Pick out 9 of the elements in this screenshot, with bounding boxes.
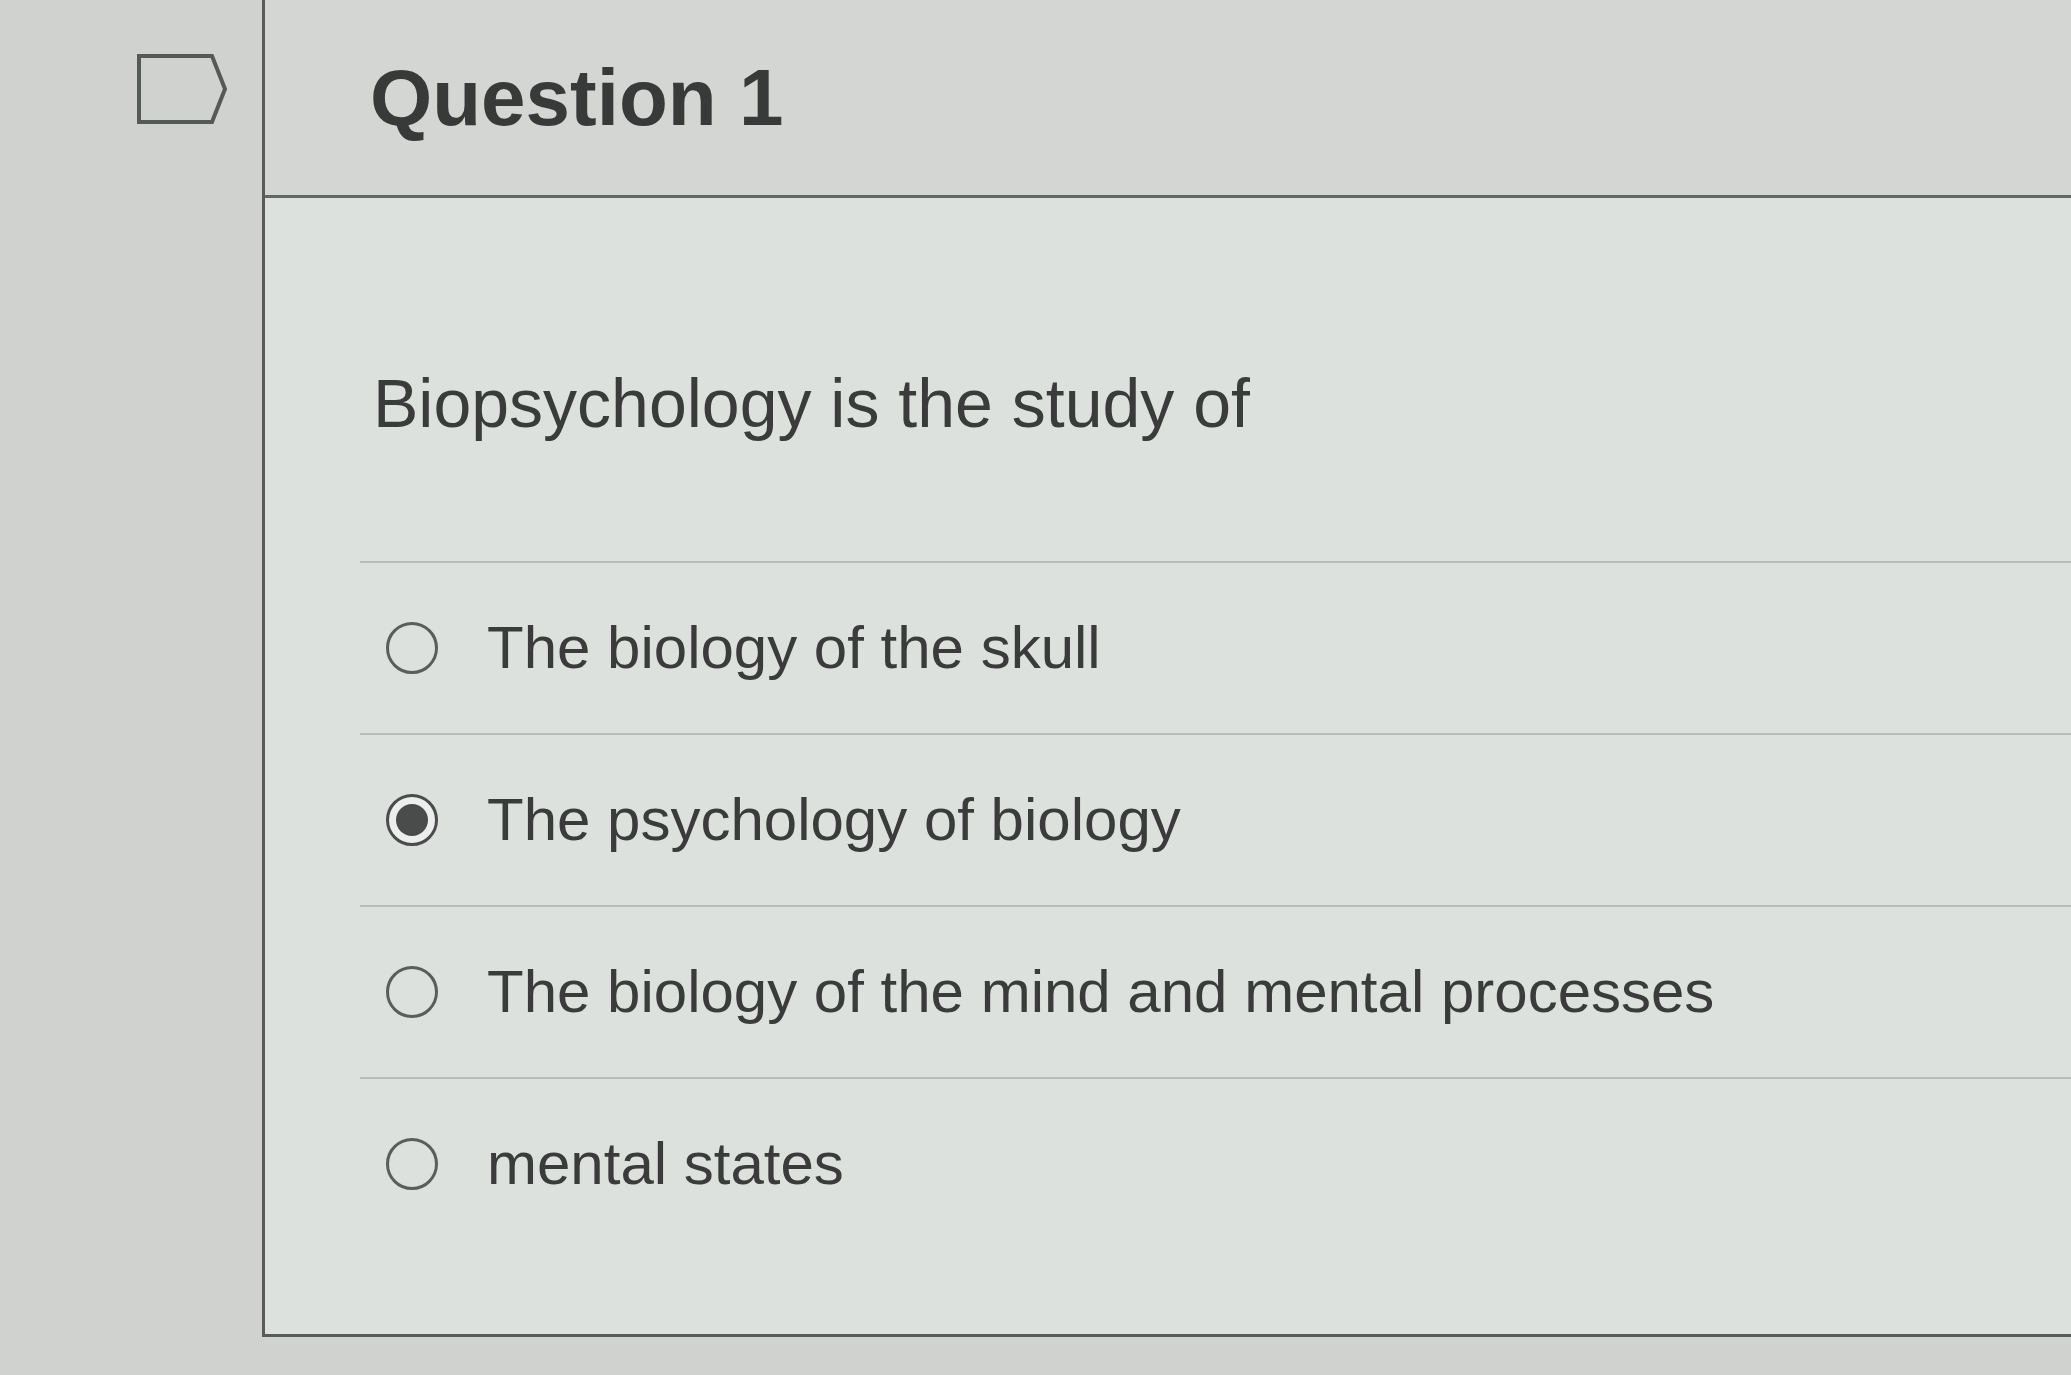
radio-button[interactable]	[386, 966, 438, 1018]
option-label: mental states	[487, 1130, 844, 1198]
option-label: The biology of the mind and mental processes	[487, 958, 1715, 1026]
radio-button[interactable]	[386, 622, 438, 674]
flag-icon[interactable]	[136, 53, 228, 125]
radio-button[interactable]	[386, 1138, 438, 1190]
radio-button[interactable]	[386, 794, 438, 846]
option-label: The biology of the skull	[487, 614, 1101, 682]
option-label: The psychology of biology	[487, 786, 1181, 854]
